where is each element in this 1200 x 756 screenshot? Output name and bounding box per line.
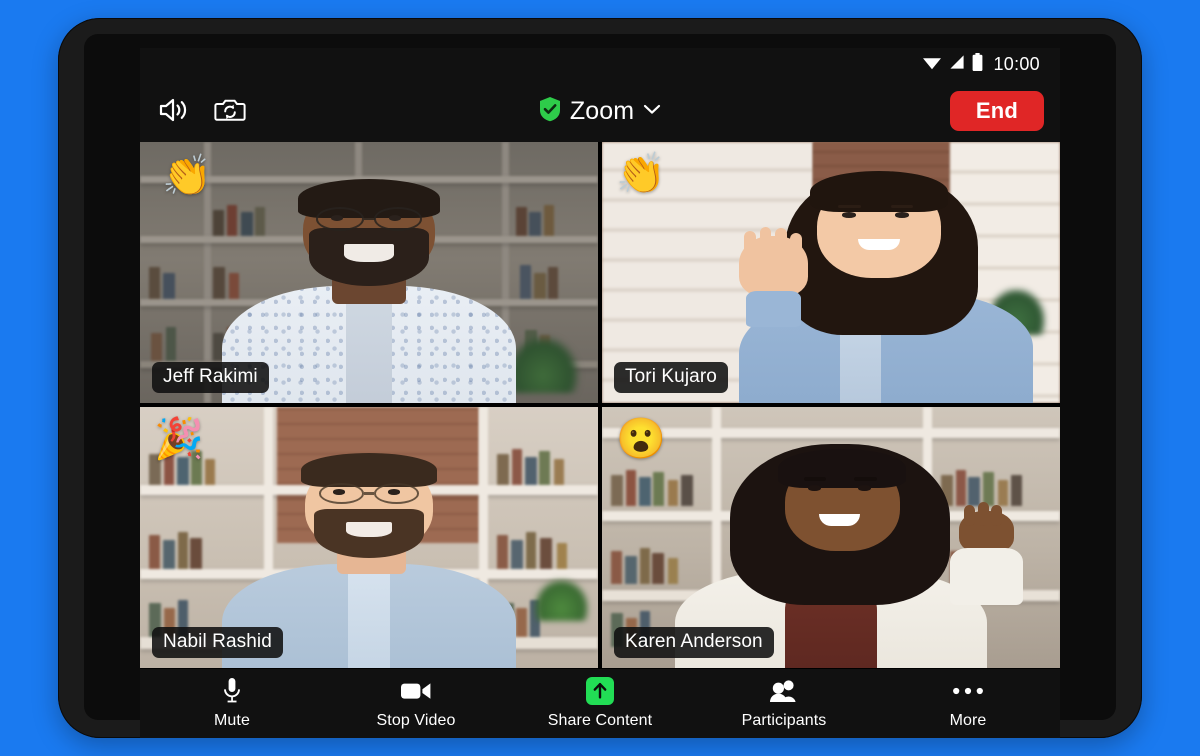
battery-icon — [972, 52, 983, 76]
status-clock: 10:00 — [993, 53, 1040, 74]
meeting-title-group[interactable]: Zoom — [140, 96, 1060, 127]
flip-camera-button[interactable] — [212, 94, 248, 129]
mute-label: Mute — [214, 712, 250, 729]
speaker-icon — [158, 96, 190, 127]
video-camera-icon — [400, 677, 432, 705]
surprised-face-reaction: 😮 — [616, 417, 666, 461]
end-meeting-button[interactable]: End — [949, 91, 1044, 131]
tablet-device: 10:00 Zoom End 👏 Jeff Rakimi 👏 Tori Kuja… — [58, 18, 1142, 738]
cellular-signal-icon — [949, 54, 965, 75]
microphone-icon — [221, 677, 243, 705]
participant-name-badge: Tori Kujaro — [614, 362, 728, 393]
participant-name-badge: Karen Anderson — [614, 627, 774, 658]
app-header: Zoom End — [140, 80, 1060, 142]
share-content-label: Share Content — [547, 712, 653, 729]
video-tile-participant-2[interactable]: 👏 Tori Kujaro — [602, 142, 1060, 403]
clapping-hands-reaction: 👏 — [162, 154, 212, 198]
stop-video-label: Stop Video — [376, 712, 456, 729]
flip-camera-icon — [214, 96, 246, 127]
video-grid: 👏 Jeff Rakimi 👏 Tori Kujaro 🎉 Nabil Rash… — [140, 142, 1060, 668]
party-popper-reaction: 🎉 — [154, 417, 204, 461]
participants-label: Participants — [741, 712, 827, 729]
speaker-button[interactable] — [156, 94, 192, 129]
wifi-icon — [922, 54, 942, 75]
video-tile-participant-3[interactable]: 🎉 Nabil Rashid — [140, 407, 598, 668]
mute-button[interactable]: Mute — [140, 677, 324, 730]
participant-name-badge: Jeff Rakimi — [152, 362, 269, 393]
header-right-controls: End — [949, 91, 1044, 131]
header-left-controls — [156, 94, 248, 129]
share-up-arrow-icon — [586, 677, 614, 705]
more-ellipsis-icon — [952, 677, 984, 705]
clapping-hands-reaction: 👏 — [616, 152, 666, 196]
participants-button[interactable]: Participants — [692, 677, 876, 730]
share-content-button[interactable]: Share Content — [508, 677, 692, 730]
tablet-screen: 10:00 Zoom End 👏 Jeff Rakimi 👏 Tori Kuja… — [140, 48, 1060, 738]
meeting-toolbar: Mute Stop Video Share Content Participan… — [140, 668, 1060, 738]
participants-people-icon — [768, 677, 800, 705]
more-button[interactable]: More — [876, 677, 1060, 730]
page-title: Zoom — [569, 96, 635, 125]
video-tile-participant-4[interactable]: 😮 Karen Anderson — [602, 407, 1060, 668]
shield-check-icon — [538, 96, 562, 127]
stop-video-button[interactable]: Stop Video — [324, 677, 508, 730]
chevron-down-icon[interactable] — [642, 102, 662, 121]
status-bar: 10:00 — [140, 48, 1060, 80]
video-tile-participant-1[interactable]: 👏 Jeff Rakimi — [140, 142, 598, 403]
participant-name-badge: Nabil Rashid — [152, 627, 283, 658]
more-label: More — [949, 712, 987, 729]
